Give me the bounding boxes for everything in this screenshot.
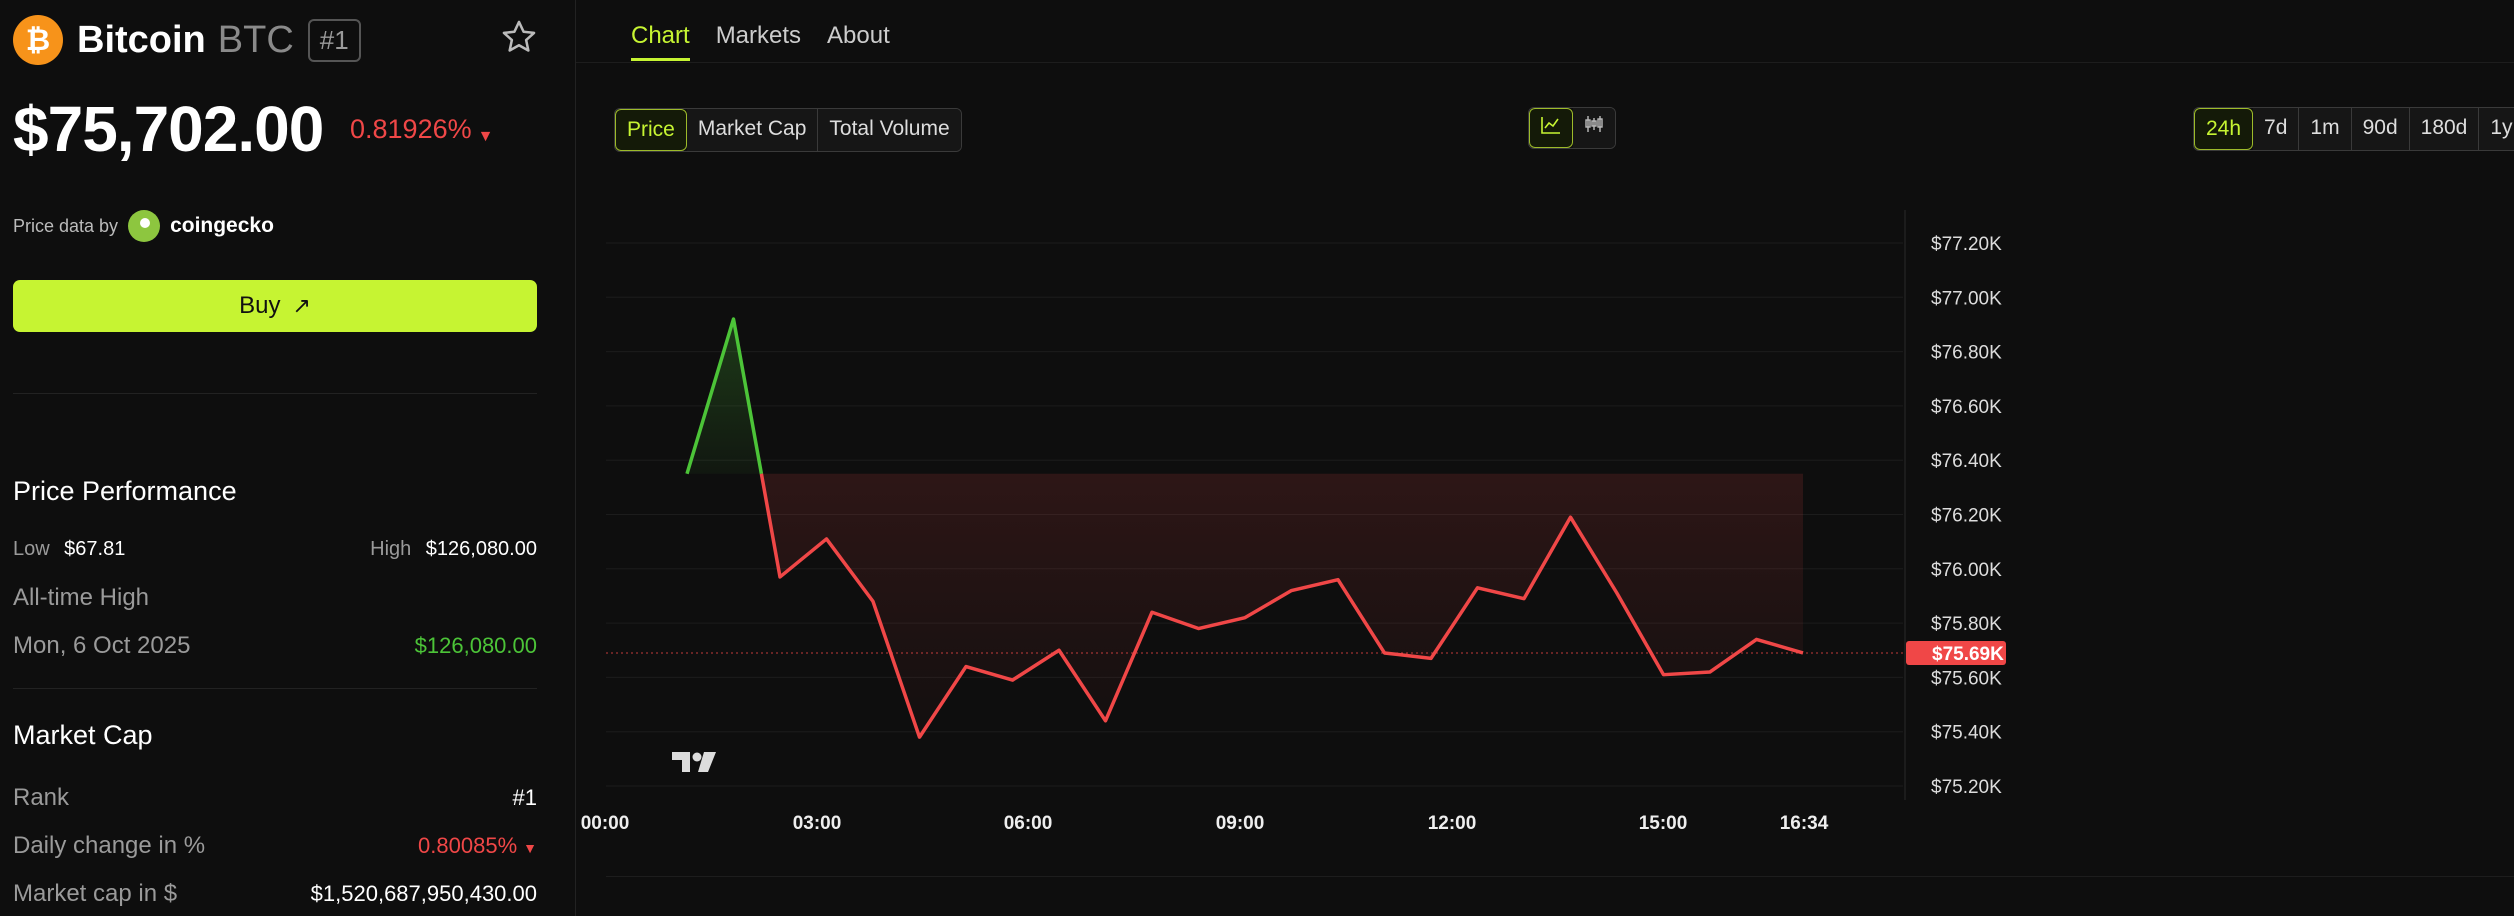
- x-tick-label: 12:00: [1428, 813, 1477, 834]
- market-cap-title: Market Cap: [13, 720, 153, 750]
- tab-bar: Chart Markets About: [631, 22, 890, 61]
- price-change-value: 0.81926%: [350, 114, 472, 144]
- ath-label-row: All-time High: [13, 584, 537, 612]
- line-chart-icon: [1541, 117, 1560, 134]
- y-tick-label: $76.40K: [1931, 451, 2002, 472]
- ath-value: $126,080.00: [414, 633, 537, 658]
- x-tick-label: 06:00: [1004, 813, 1053, 834]
- buy-button-label: Buy: [239, 292, 281, 319]
- coin-header: ₿ Bitcoin BTC #1: [13, 14, 361, 66]
- y-tick-label: $76.00K: [1931, 560, 2002, 581]
- current-price-label: $75.69K: [1932, 644, 2004, 665]
- y-tick-label: $76.60K: [1931, 397, 2002, 418]
- market-cap-label: Market cap in $: [13, 880, 178, 907]
- price-source-name[interactable]: coingecko: [170, 214, 274, 238]
- low-value: $67.81: [64, 538, 126, 560]
- coin-symbol: BTC: [217, 18, 294, 61]
- favorite-star-icon[interactable]: [500, 18, 538, 56]
- bitcoin-logo-icon: ₿: [13, 15, 63, 65]
- price-source-prefix: Price data by: [13, 215, 119, 236]
- metric-price-button[interactable]: Price: [615, 109, 687, 151]
- y-tick-label: $75.80K: [1931, 614, 2002, 635]
- high-label: High: [370, 538, 412, 560]
- coingecko-logo-icon[interactable]: [128, 210, 161, 242]
- x-axis: 18:0021:0000:0003:0006:0009:0012:0015:00…: [581, 813, 1829, 834]
- tab-about[interactable]: About: [827, 22, 890, 61]
- daily-change-value: 0.80085% ▼: [418, 833, 537, 859]
- range-1m-button[interactable]: 1m: [2299, 108, 2352, 150]
- coin-summary-panel: ₿ Bitcoin BTC #1 $75,702.00 0.81926% ▼ Pr…: [0, 0, 576, 916]
- coin-name: Bitcoin: [77, 18, 206, 61]
- y-axis: $77.20K $77.00K $76.80K $76.60K $76.40K $76.2…: [1906, 234, 2006, 798]
- tab-markets[interactable]: Markets: [716, 22, 801, 61]
- x-tick-label: 03:00: [793, 813, 842, 834]
- up-area-fill: [687, 319, 762, 474]
- daily-change-number: 0.80085%: [418, 833, 518, 858]
- time-range-toggle: 24h 7d 1m 90d 180d 1y: [2193, 107, 2514, 151]
- current-price: $75,702.00: [13, 93, 324, 165]
- y-tick-label: $77.00K: [1931, 288, 2002, 309]
- ath-row: Mon, 6 Oct 2025 $126,080.00: [13, 632, 537, 660]
- y-tick-label: $76.20K: [1931, 506, 2002, 527]
- range-7d-button[interactable]: 7d: [2253, 108, 2300, 150]
- low-label: Low: [13, 538, 50, 560]
- tradingview-logo-icon: [672, 752, 716, 772]
- rank-badge: #1: [307, 18, 361, 62]
- price-performance-title: Price Performance: [13, 476, 237, 506]
- x-tick-label: 09:00: [1216, 813, 1265, 834]
- y-tick-label: $77.20K: [1931, 234, 2002, 255]
- candlestick-chart-button[interactable]: [1573, 108, 1615, 148]
- market-cap-value: $1,520,687,950,430.00: [310, 881, 537, 906]
- range-24h-button[interactable]: 24h: [2194, 108, 2254, 150]
- low-high-row: Low $67.81 High $126,080.00: [13, 538, 537, 561]
- x-tick-label: 16:34: [1780, 813, 1829, 834]
- high-value: $126,080.00: [425, 538, 537, 560]
- divider: [13, 688, 537, 689]
- ath-label: All-time High: [13, 584, 150, 611]
- y-tick-label: $75.40K: [1931, 723, 2002, 744]
- chart-panel: Chart Markets About Price Market Cap Tot…: [576, 0, 2514, 916]
- down-arrow-icon: ▼: [477, 128, 494, 145]
- divider: [13, 393, 537, 394]
- line-chart-button[interactable]: [1529, 108, 1573, 148]
- x-tick-label: 00:00: [581, 813, 630, 834]
- x-tick-label: 15:00: [1639, 813, 1688, 834]
- chart-type-toggle: [1528, 107, 1616, 149]
- tab-chart[interactable]: Chart: [631, 22, 690, 61]
- tab-divider: [576, 62, 2514, 63]
- candlestick-icon: [1585, 116, 1603, 132]
- metric-market-cap-button[interactable]: Market Cap: [686, 109, 819, 151]
- down-area-fill: [761, 473, 1803, 738]
- chart-bottom-divider: [606, 876, 2514, 877]
- external-arrow-icon: ↗: [292, 293, 311, 319]
- buy-button[interactable]: Buy ↗: [13, 280, 537, 332]
- y-tick-label: $75.60K: [1931, 668, 2002, 689]
- rank-value: #1: [512, 785, 537, 810]
- chart-area-fill: [687, 319, 1803, 738]
- rank-row: Rank #1: [13, 784, 537, 812]
- down-arrow-icon: ▼: [523, 840, 537, 856]
- daily-change-row: Daily change in % 0.80085% ▼: [13, 832, 537, 860]
- range-90d-button[interactable]: 90d: [2351, 108, 2410, 150]
- metric-toggle: Price Market Cap Total Volume: [614, 108, 962, 152]
- daily-change-label: Daily change in %: [13, 832, 206, 859]
- ath-date: Mon, 6 Oct 2025: [13, 632, 191, 659]
- rank-label: Rank: [13, 784, 70, 811]
- y-tick-label: $75.20K: [1931, 777, 2002, 798]
- range-1y-button[interactable]: 1y: [2479, 108, 2514, 150]
- price-chart[interactable]: $77.20K $77.00K $76.80K $76.60K $76.40K $76.2…: [576, 200, 2514, 840]
- price-change-24h: 0.81926% ▼: [350, 114, 493, 146]
- range-180d-button[interactable]: 180d: [2409, 108, 2480, 150]
- price-source: Price data by coingecko: [13, 210, 274, 242]
- market-cap-row: Market cap in $ $1,520,687,950,430.00: [13, 880, 537, 908]
- metric-total-volume-button[interactable]: Total Volume: [818, 109, 961, 151]
- y-tick-label: $76.80K: [1931, 343, 2002, 364]
